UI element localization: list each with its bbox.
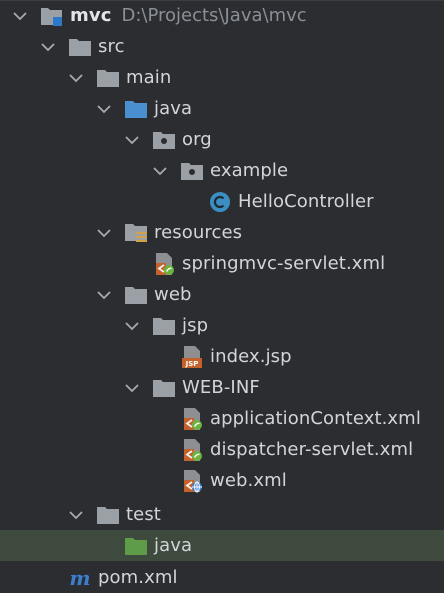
chevron-down-icon[interactable] — [94, 223, 114, 243]
tree-label-hello-controller: HelloController — [238, 191, 374, 212]
tree-row-hello-controller[interactable]: HelloController — [0, 186, 444, 217]
project-name: mvc — [70, 5, 112, 26]
tree-row-example[interactable]: example — [0, 155, 444, 186]
tree-row-org[interactable]: org — [0, 124, 444, 155]
test-source-folder-icon — [124, 534, 148, 558]
tree-label-resources: resources — [154, 222, 243, 243]
chevron-down-icon[interactable] — [94, 285, 114, 305]
java-class-icon — [208, 190, 232, 214]
folder-icon — [124, 283, 148, 307]
svg-text:JSP: JSP — [185, 360, 199, 368]
folder-icon — [152, 314, 176, 338]
tree-row-dispatcher-servlet[interactable]: dispatcher-servlet.xml — [0, 434, 444, 465]
tree-label-java: java — [154, 98, 193, 119]
resources-folder-icon — [124, 221, 148, 245]
tree-label-web-xml: web.xml — [210, 470, 287, 491]
tree-row-src[interactable]: src — [0, 31, 444, 62]
tree-row-test[interactable]: test — [0, 499, 444, 530]
svg-text:m: m — [69, 567, 90, 589]
tree-label-test: test — [126, 504, 161, 525]
spring-xml-file-icon — [180, 438, 204, 462]
tree-row-test-java[interactable]: java — [0, 530, 444, 561]
chevron-down-icon[interactable] — [122, 316, 142, 336]
package-folder-icon — [152, 128, 176, 152]
tree-row-main[interactable]: main — [0, 62, 444, 93]
folder-icon — [68, 35, 92, 59]
project-module-folder-icon — [40, 4, 64, 28]
folder-icon — [96, 503, 120, 527]
tree-label-pom: pom.xml — [98, 567, 178, 588]
spring-xml-file-icon — [152, 252, 176, 276]
project-tree: mvc D:\Projects\Java\mvc src main java o… — [0, 0, 444, 593]
jsp-file-icon: JSP — [180, 345, 204, 369]
chevron-down-icon[interactable] — [122, 378, 142, 398]
tree-label-test-java: java — [154, 535, 193, 556]
tree-row-resources[interactable]: resources — [0, 217, 444, 248]
tree-row-pom[interactable]: m pom.xml — [0, 562, 444, 593]
tree-label-dispatcher-servlet: dispatcher-servlet.xml — [210, 439, 414, 460]
chevron-down-icon[interactable] — [38, 37, 58, 57]
source-folder-icon — [124, 97, 148, 121]
tree-label-springmvc-servlet: springmvc-servlet.xml — [182, 253, 386, 274]
tree-row-web-inf[interactable]: WEB-INF — [0, 372, 444, 403]
chevron-down-icon[interactable] — [66, 505, 86, 525]
web-xml-file-icon — [180, 469, 204, 493]
tree-row-application-context[interactable]: applicationContext.xml — [0, 403, 444, 434]
project-path: D:\Projects\Java\mvc — [121, 5, 307, 26]
tree-label-index-jsp: index.jsp — [210, 346, 292, 367]
tree-label-jsp: jsp — [182, 315, 209, 336]
tree-label-web-inf: WEB-INF — [182, 377, 260, 398]
tree-label-web: web — [154, 284, 192, 305]
tree-row-project-root[interactable]: mvc D:\Projects\Java\mvc — [0, 0, 444, 31]
tree-row-index-jsp[interactable]: JSP index.jsp — [0, 341, 444, 372]
chevron-down-icon[interactable] — [150, 161, 170, 181]
tree-row-springmvc-servlet[interactable]: springmvc-servlet.xml — [0, 248, 444, 279]
chevron-down-icon[interactable] — [66, 68, 86, 88]
tree-label-main: main — [126, 67, 172, 88]
tree-label-application-context: applicationContext.xml — [210, 408, 421, 429]
chevron-down-icon[interactable] — [10, 6, 30, 26]
chevron-down-icon[interactable] — [94, 99, 114, 119]
chevron-down-icon[interactable] — [122, 130, 142, 150]
folder-icon — [96, 66, 120, 90]
tree-row-java[interactable]: java — [0, 93, 444, 124]
package-folder-icon — [180, 159, 204, 183]
tree-label-src: src — [98, 36, 125, 57]
folder-icon — [152, 376, 176, 400]
maven-icon: m — [68, 566, 92, 590]
spring-xml-file-icon — [180, 407, 204, 431]
tree-label-org: org — [182, 129, 212, 150]
tree-label-example: example — [210, 160, 289, 181]
tree-row-web-xml[interactable]: web.xml — [0, 465, 444, 496]
tree-row-web[interactable]: web — [0, 279, 444, 310]
tree-row-jsp[interactable]: jsp — [0, 310, 444, 341]
